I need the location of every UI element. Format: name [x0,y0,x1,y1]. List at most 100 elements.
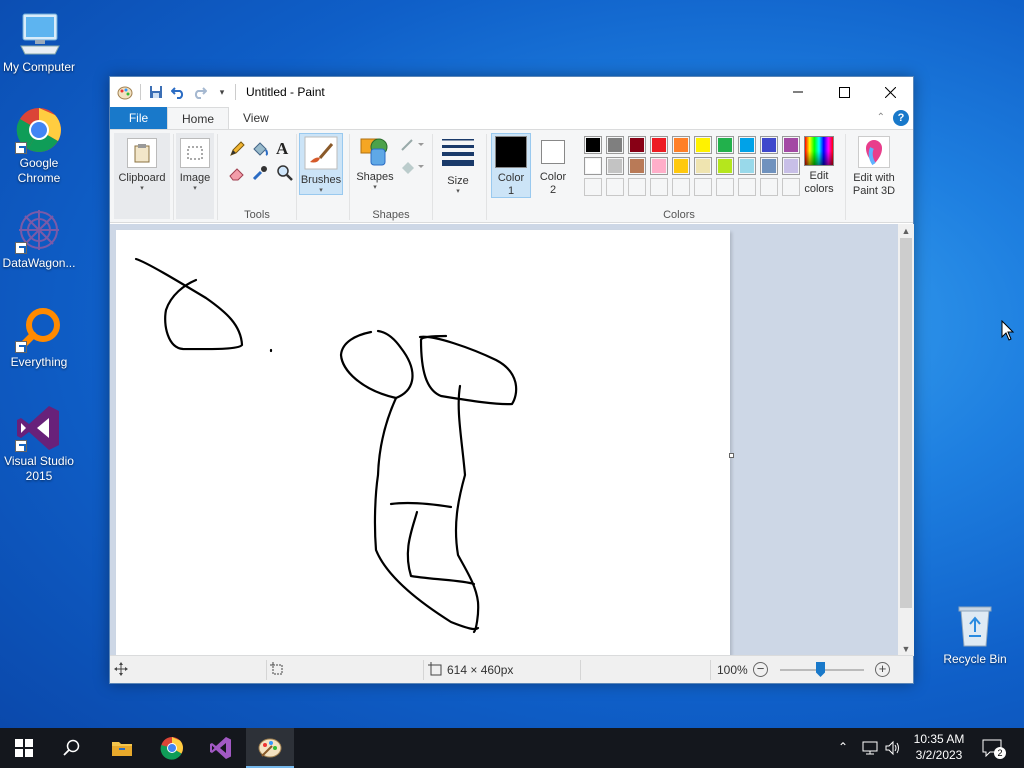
palette-color-swatch[interactable] [672,136,690,154]
palette-color-swatch[interactable] [628,157,646,175]
fill-icon[interactable] [251,140,269,161]
palette-color-swatch[interactable] [716,136,734,154]
quick-access-toolbar: ▾ [110,83,231,101]
desktop-icon-everything[interactable]: Everything [0,305,78,370]
palette-color-swatch[interactable] [650,157,668,175]
save-icon[interactable] [147,83,165,101]
shortcut-arrow-icon [15,142,27,154]
help-button[interactable]: ? [893,110,909,126]
custom-color-slot[interactable] [672,178,690,196]
scroll-down-icon[interactable]: ▼ [898,642,914,656]
desktop-icon-recycle-bin[interactable]: Recycle Bin [936,602,1014,667]
fill-shape-icon[interactable] [400,160,424,177]
image-button[interactable]: Image ▾ [176,133,214,219]
desktop-icon-datawagon[interactable]: DataWagon... [0,206,78,271]
palette-color-swatch[interactable] [584,136,602,154]
brushes-label: Brushes [300,174,342,186]
magnifier-icon[interactable] [276,164,294,185]
desktop-icon-google-chrome[interactable]: Google Chrome [0,106,78,186]
clipboard-icon [127,138,157,168]
palette-color-swatch[interactable] [760,136,778,154]
palette-color-swatch[interactable] [694,157,712,175]
color-picker-icon[interactable] [251,164,269,185]
search-icon [63,739,80,756]
eraser-icon[interactable] [228,164,246,185]
taskbar-paint[interactable] [246,728,294,768]
taskbar-visual-studio[interactable] [197,728,245,768]
custom-color-slot[interactable] [738,178,756,196]
zoom-slider-thumb[interactable] [816,662,825,677]
search-button[interactable] [48,728,96,768]
close-button[interactable] [867,77,913,107]
taskbar-file-explorer[interactable] [98,728,146,768]
vertical-scrollbar[interactable]: ▲ ▼ [898,224,914,656]
tab-view[interactable]: View [229,107,283,129]
tab-home[interactable]: Home [167,107,230,129]
pencil-icon[interactable] [228,140,246,161]
size-button[interactable]: Size ▾ [436,133,480,196]
clipboard-label: Clipboard [118,172,166,184]
edit-colors-icon [804,136,834,166]
customize-qat-icon[interactable]: ▾ [213,83,231,101]
start-button[interactable] [0,728,48,768]
minimize-button[interactable] [775,77,821,107]
edit-with-paint3d-button[interactable]: Edit with Paint 3D [846,133,902,198]
palette-color-swatch[interactable] [606,136,624,154]
ribbon: Clipboard ▾ Image ▾ A Tools Brushes ▾ Sh… [110,129,913,223]
computer-icon [15,10,63,58]
paint-app-icon[interactable] [116,83,134,101]
collapse-ribbon-icon[interactable]: ⌃ [877,112,885,123]
canvas-resize-handle-right[interactable] [729,453,734,458]
desktop-icon-visual-studio[interactable]: Visual Studio 2015 [0,404,78,484]
action-center-button[interactable]: 2 [982,739,1006,759]
custom-color-slot[interactable] [606,178,624,196]
edit-colors-button[interactable]: Edit colors [798,133,840,196]
palette-color-swatch[interactable] [628,136,646,154]
palette-color-swatch[interactable] [738,136,756,154]
custom-color-slot[interactable] [584,178,602,196]
redo-icon[interactable] [191,83,209,101]
brushes-button[interactable]: Brushes ▾ [299,133,343,195]
tab-file[interactable]: File [110,107,167,129]
zoom-in-button[interactable]: + [875,662,890,677]
palette-color-swatch[interactable] [584,157,602,175]
text-icon[interactable]: A [276,139,288,159]
custom-color-slot[interactable] [628,178,646,196]
custom-color-slot[interactable] [716,178,734,196]
custom-color-slot[interactable] [650,178,668,196]
title-bar: ▾ Untitled - Paint [110,77,913,107]
palette-color-swatch[interactable] [606,157,624,175]
shapes-button[interactable]: Shapes ▾ [354,133,396,192]
zoom-out-button[interactable]: − [753,662,768,677]
system-clock[interactable]: 10:35 AM 3/2/2023 [906,731,972,763]
undo-icon[interactable] [169,83,187,101]
scroll-up-icon[interactable]: ▲ [898,224,914,238]
palette-color-swatch[interactable] [738,157,756,175]
scrollbar-thumb[interactable] [900,238,912,608]
custom-color-slot[interactable] [694,178,712,196]
color1-button[interactable]: Color 1 [491,133,531,198]
palette-color-swatch[interactable] [650,136,668,154]
drawing-strokes [134,257,518,634]
desktop-icon-label: DataWagon... [2,256,76,270]
custom-color-slot[interactable] [760,178,778,196]
outline-icon[interactable] [400,138,424,155]
maximize-button[interactable] [821,77,867,107]
everything-search-icon [15,305,63,353]
taskbar-chrome[interactable] [148,728,196,768]
drawing-canvas[interactable] [116,230,730,655]
palette-color-swatch[interactable] [716,157,734,175]
volume-icon[interactable] [885,740,901,759]
palette-color-swatch[interactable] [672,157,690,175]
shapes-label: Shapes [356,171,394,183]
paint3d-line2: Paint 3D [852,185,896,197]
palette-color-swatch[interactable] [760,157,778,175]
clipboard-button[interactable]: Clipboard ▾ [114,133,170,219]
network-icon[interactable] [862,740,880,759]
show-hidden-icons[interactable]: ⌃ [838,740,848,754]
desktop-icon-my-computer[interactable]: My Computer [0,10,78,75]
color2-button[interactable]: Color 2 [534,133,572,197]
palette-color-swatch[interactable] [694,136,712,154]
selection-size-icon [270,662,284,679]
notification-count-badge: 2 [994,747,1006,759]
